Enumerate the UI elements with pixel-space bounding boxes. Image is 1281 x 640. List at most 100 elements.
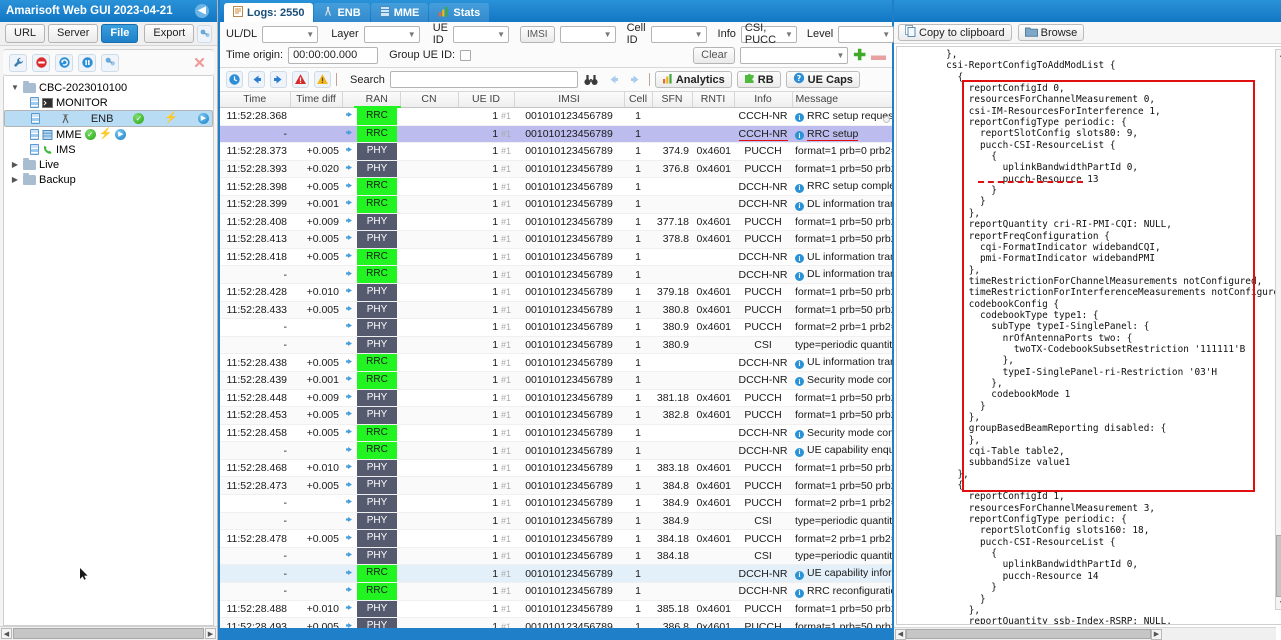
level-select[interactable]: ▼ — [838, 25, 895, 43]
scroll-right-icon[interactable]: ▶ — [1151, 628, 1162, 640]
arrow-right-icon[interactable] — [270, 71, 287, 88]
uldl-select[interactable]: ▼ — [262, 25, 319, 43]
scroll-left-icon[interactable]: ◀ — [895, 628, 906, 640]
col-info[interactable]: Info — [734, 92, 793, 108]
table-row[interactable]: - RRC 1 #1 001010123456789 1 DCCH-NR i RRC reco… — [220, 582, 892, 601]
table-row[interactable]: - PHY 1 #1 001010123456789 1 384.9 0x4601 PUCCH… — [220, 494, 892, 513]
col-sfn[interactable]: SFN — [652, 92, 693, 108]
table-row[interactable]: 11:52:28.453 +0.005 PHY 1 #1 001010123456789… — [220, 406, 892, 425]
rb-button[interactable]: RB — [736, 71, 781, 88]
table-row[interactable]: 11:52:28.399 +0.001 RRC 1 #1 001010123456789… — [220, 195, 892, 214]
scroll-thumb[interactable] — [13, 628, 204, 639]
table-row[interactable]: - RRC 1 #1 001010123456789 1 CCCH-NR i RRC setu… — [220, 125, 892, 144]
wrench-icon[interactable] — [9, 53, 27, 72]
col-message[interactable]: Message — [792, 92, 892, 108]
server-tree[interactable]: ▼ CBC-2023010100 MONITOR ENB ✓ ⚡ ▶ MME ✓… — [3, 76, 214, 626]
arrow-left-icon[interactable] — [248, 71, 265, 88]
tree-item-mme[interactable]: MME ✓ ⚡ ▶ — [4, 127, 213, 142]
imsi-button[interactable]: IMSI — [520, 25, 555, 43]
col-ran[interactable]: RAN — [354, 92, 401, 108]
left-horizontal-scrollbar[interactable]: ◀ ▶ — [0, 626, 217, 640]
scroll-right-icon[interactable]: ▶ — [205, 628, 216, 639]
table-row[interactable]: 11:52:28.398 +0.005 RRC 1 #1 001010123456789… — [220, 177, 892, 196]
tree-item-cbc[interactable]: ▼ CBC-2023010100 — [4, 80, 213, 95]
col-timediff[interactable]: Time diff — [290, 92, 343, 108]
expand-toggle-icon[interactable]: ▼ — [10, 83, 20, 92]
ueid-select[interactable]: ▼ — [453, 25, 509, 43]
warning-icon[interactable] — [314, 71, 331, 88]
time-origin-input[interactable]: 00:00:00.000 — [288, 46, 379, 64]
close-icon[interactable] — [190, 54, 208, 72]
file-button[interactable]: File — [101, 24, 139, 43]
detail-vertical-scrollbar[interactable]: ▲ ▼ — [1275, 49, 1281, 610]
minus-icon[interactable]: ▬ — [871, 48, 886, 63]
stop-icon[interactable] — [32, 53, 50, 72]
chevron-left-icon[interactable]: ◀ — [195, 4, 209, 18]
col-imsi[interactable]: IMSI — [514, 92, 625, 108]
scroll-indicator[interactable] — [883, 116, 890, 123]
table-row[interactable]: 11:52:28.393 +0.020 PHY 1 #1 001010123456789… — [220, 160, 892, 179]
table-row[interactable]: 11:52:28.373 +0.005 PHY 1 #1 001010123456789… — [220, 142, 892, 161]
table-row[interactable]: 11:52:28.468 +0.010 PHY 1 #1 001010123456789… — [220, 459, 892, 478]
tree-item-monitor[interactable]: MONITOR — [4, 95, 213, 110]
plug-icon[interactable] — [197, 24, 212, 43]
imsi-select[interactable]: ▼ — [559, 25, 616, 43]
table-row[interactable]: 11:52:28.408 +0.009 PHY 1 #1 001010123456789… — [220, 213, 892, 232]
clear-select[interactable]: ▼ — [740, 46, 849, 64]
export-button[interactable]: Export — [144, 24, 195, 43]
tab-logs[interactable]: Logs: 2550 — [224, 3, 314, 22]
table-row[interactable]: - PHY 1 #1 001010123456789 1 384.18 CSI type=pe… — [220, 547, 892, 566]
clock-icon[interactable] — [226, 71, 243, 88]
col-rnti[interactable]: RNTI — [692, 92, 735, 108]
tree-item-live[interactable]: ▶ Live — [4, 157, 213, 172]
scroll-left-icon[interactable]: ◀ — [1, 628, 12, 639]
table-row[interactable]: - RRC 1 #1 001010123456789 1 DCCH-NR i UE capab… — [220, 441, 892, 460]
col-cell[interactable]: Cell — [624, 92, 653, 108]
center-horizontal-scrollbar[interactable] — [220, 628, 892, 640]
layer-select[interactable]: ▼ — [363, 25, 420, 43]
table-row[interactable]: - RRC 1 #1 001010123456789 1 DCCH-NR i DL infor… — [220, 265, 892, 284]
search-prev-icon[interactable] — [605, 71, 622, 88]
tab-enb[interactable]: ENB — [314, 3, 370, 22]
col-cn[interactable]: CN — [400, 92, 459, 108]
search-next-icon[interactable] — [627, 71, 644, 88]
table-row[interactable]: 11:52:28.473 +0.005 PHY 1 #1 001010123456789… — [220, 476, 892, 496]
table-row[interactable]: 11:52:28.413 +0.005 PHY 1 #1 001010123456789… — [220, 230, 892, 249]
refresh-icon[interactable] — [55, 53, 73, 72]
search-input[interactable] — [389, 71, 578, 88]
tab-mme[interactable]: MME — [370, 3, 429, 22]
table-row[interactable]: 11:52:28.438 +0.005 RRC 1 #1 001010123456789… — [220, 353, 892, 372]
table-row[interactable]: 11:52:28.368 RRC 1 #1 001010123456789 1 CCCH-… — [220, 107, 892, 126]
table-row[interactable]: 11:52:28.478 +0.005 PHY 1 #1 001010123456789… — [220, 529, 892, 548]
ue-caps-button[interactable]: ? UE Caps — [785, 71, 860, 88]
server-button[interactable]: Server — [48, 24, 99, 43]
info-select[interactable]: CSI, PUCC ▼ — [740, 22, 797, 46]
group-ueid-checkbox[interactable] — [460, 49, 472, 61]
table-row[interactable]: - PHY 1 #1 001010123456789 1 380.9 0x4601 PUCCH… — [220, 318, 892, 337]
table-row[interactable]: 11:52:28.428 +0.010 PHY 1 #1 001010123456789… — [220, 283, 892, 302]
connect-plug-icon[interactable] — [101, 53, 119, 72]
expand-toggle-icon[interactable]: ▶ — [10, 175, 20, 184]
col-ueid[interactable]: UE ID — [458, 92, 515, 108]
binoculars-icon[interactable] — [583, 71, 600, 88]
copy-to-clipboard-button[interactable]: Copy to clipboard — [898, 24, 1012, 41]
table-row[interactable]: - PHY 1 #1 001010123456789 1 384.9 CSI type=per… — [220, 512, 892, 531]
log-table-container[interactable]: Time Time diff RAN CN UE ID IMSI Cell SF… — [220, 92, 892, 628]
analytics-button[interactable]: Analytics — [654, 71, 732, 88]
pause-icon[interactable] — [78, 53, 96, 72]
table-row[interactable]: - PHY 1 #1 001010123456789 1 380.9 CSI type=per… — [220, 336, 892, 355]
tab-stats[interactable]: Stats — [429, 3, 490, 22]
detail-horizontal-scrollbar[interactable]: ◀ ▶ — [894, 627, 1277, 640]
scroll-thumb[interactable] — [1276, 535, 1281, 597]
scroll-thumb[interactable] — [906, 629, 1151, 639]
url-button[interactable]: URL — [5, 24, 46, 43]
plus-icon[interactable]: ✚ — [853, 48, 866, 63]
tree-item-enb[interactable]: ENB ✓ ⚡ ▶ — [4, 110, 213, 127]
table-row[interactable]: 11:52:28.488 +0.010 PHY 1 #1 001010123456789… — [220, 600, 892, 619]
col-time[interactable]: Time — [220, 92, 291, 108]
table-row[interactable]: 11:52:28.418 +0.005 RRC 1 #1 001010123456789… — [220, 248, 892, 267]
table-row[interactable]: - RRC 1 #1 001010123456789 1 DCCH-NR i UE capab… — [220, 564, 892, 584]
tree-item-backup[interactable]: ▶ Backup — [4, 172, 213, 187]
table-row[interactable]: 11:52:28.448 +0.009 PHY 1 #1 001010123456789… — [220, 389, 892, 408]
browse-button[interactable]: Browse — [1017, 24, 1085, 41]
